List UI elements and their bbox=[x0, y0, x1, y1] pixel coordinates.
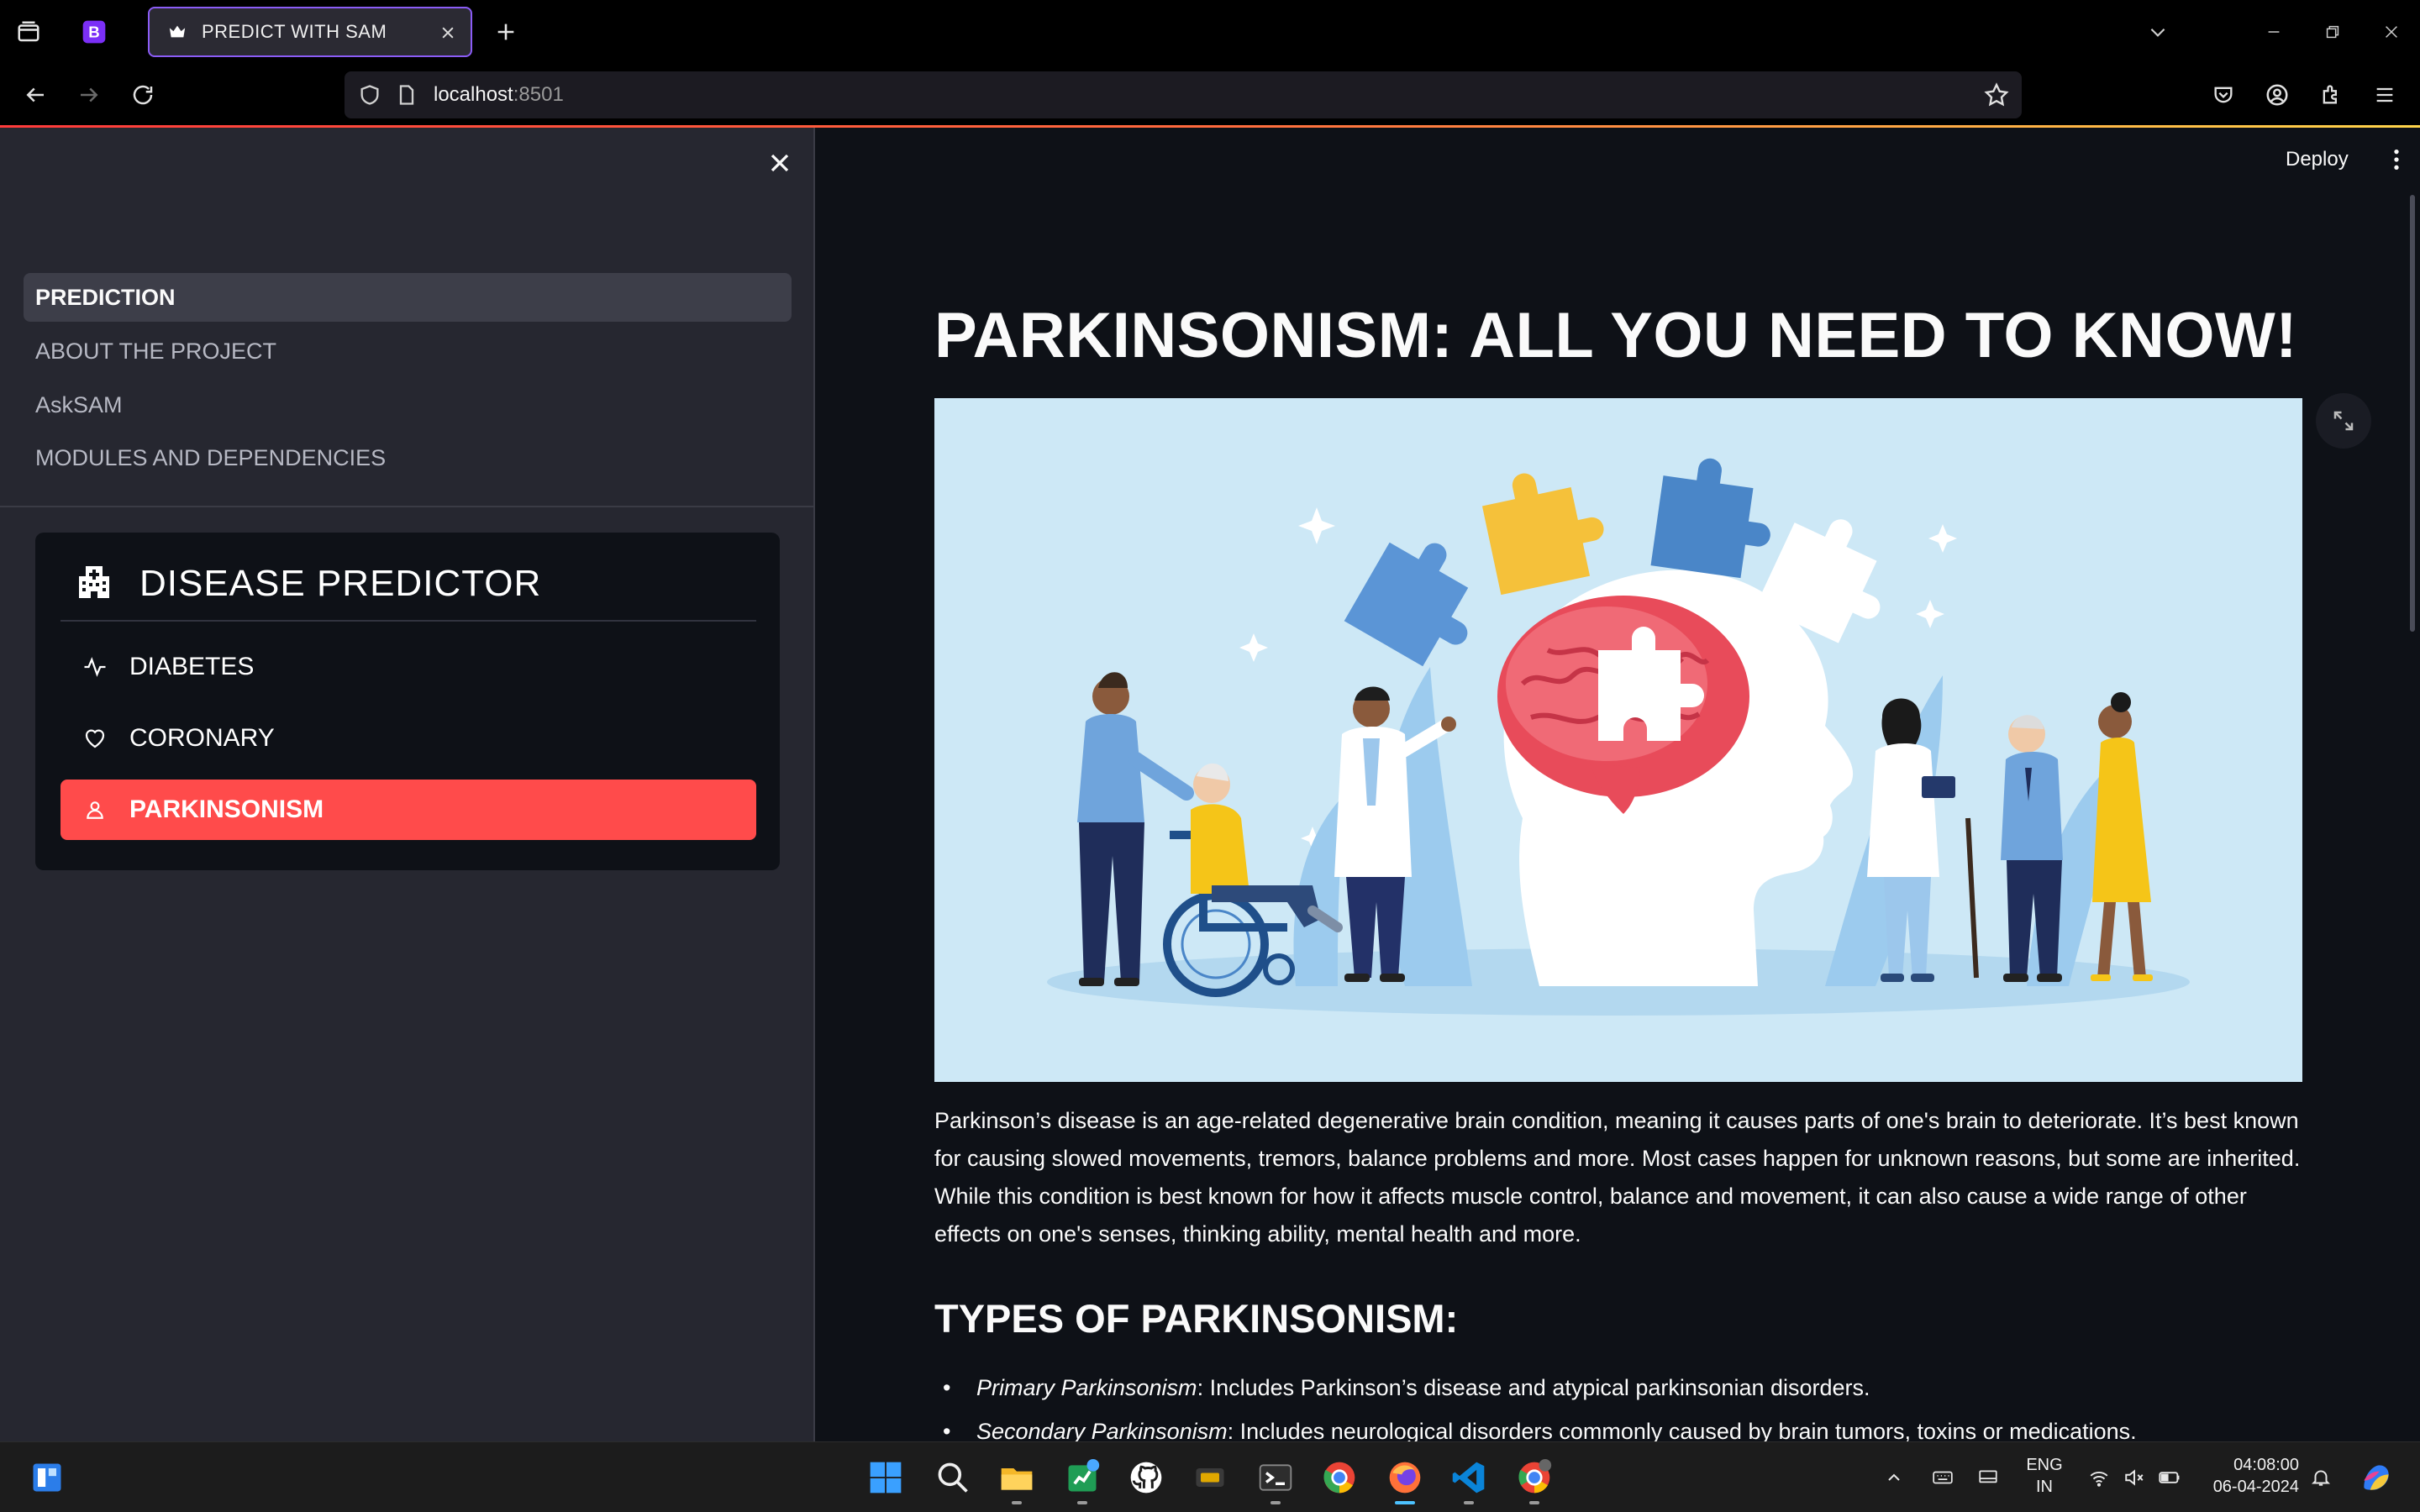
type-name: Secondary Parkinsonism bbox=[976, 1419, 1228, 1441]
tab-predict-with-sam[interactable]: PREDICT WITH SAM bbox=[148, 7, 472, 57]
running-indicator bbox=[1464, 1501, 1474, 1504]
keyboard-icon[interactable] bbox=[1929, 1464, 1956, 1491]
parkinsons-description: Parkinson’s disease is an age-related de… bbox=[934, 1108, 2301, 1247]
close-sidebar-icon[interactable] bbox=[765, 148, 795, 178]
active-indicator bbox=[1395, 1501, 1415, 1504]
notification-bell-icon[interactable] bbox=[2307, 1464, 2334, 1491]
language-indicator[interactable]: ENG IN bbox=[2023, 1454, 2065, 1498]
heart-icon bbox=[81, 724, 109, 753]
tab-close-icon[interactable] bbox=[435, 20, 460, 45]
expand-image-icon[interactable] bbox=[2316, 393, 2371, 449]
parkinsons-illustration bbox=[934, 398, 2302, 1082]
clock-time: 04:08:00 bbox=[2233, 1456, 2299, 1474]
clock[interactable]: 04:08:00 06-04-2024 bbox=[2198, 1454, 2299, 1498]
disease-predictor-menu: DISEASE PREDICTOR DIABETES CORONARY PARK… bbox=[35, 533, 780, 870]
deploy-button[interactable]: Deploy bbox=[2286, 148, 2349, 171]
new-tab-icon[interactable] bbox=[489, 15, 523, 49]
running-indicator bbox=[1012, 1501, 1022, 1504]
account-icon[interactable] bbox=[2259, 76, 2296, 113]
minimize-icon[interactable] bbox=[2257, 15, 2291, 49]
running-indicator bbox=[1077, 1501, 1087, 1504]
display-icon[interactable] bbox=[1975, 1464, 2002, 1491]
vscode-icon[interactable] bbox=[1447, 1456, 1491, 1504]
menu-item-label: DIABETES bbox=[129, 653, 255, 680]
browser-navbar: localhost:8501 bbox=[0, 64, 2420, 126]
menu-icon[interactable] bbox=[2366, 76, 2403, 113]
running-indicator bbox=[1270, 1501, 1281, 1504]
list-all-tabs-icon[interactable] bbox=[2141, 15, 2175, 49]
page-info-icon[interactable] bbox=[395, 83, 418, 107]
sidebar-divider bbox=[0, 506, 813, 507]
menu-item-label: CORONARY bbox=[129, 724, 275, 752]
menu-divider bbox=[60, 620, 756, 622]
file-explorer-icon[interactable] bbox=[995, 1456, 1039, 1504]
main-content: Deploy PARKINSONISM: ALL YOU NEED TO KNO… bbox=[815, 128, 2420, 1441]
menu-item-label: PARKINSONISM bbox=[129, 795, 324, 823]
tab-title: PREDICT WITH SAM bbox=[202, 21, 387, 42]
url-port: :8501 bbox=[513, 83, 564, 106]
hospital-icon bbox=[74, 561, 114, 601]
main-scrollbar[interactable] bbox=[2410, 195, 2415, 632]
url-text: localhost:8501 bbox=[434, 83, 564, 107]
chevron-up-icon[interactable] bbox=[1881, 1464, 1907, 1491]
pocket-icon[interactable] bbox=[2205, 76, 2242, 113]
browser-tab-strip: B PREDICT WITH SAM bbox=[0, 0, 2420, 64]
search-icon[interactable] bbox=[931, 1456, 975, 1499]
chrome-profile-icon[interactable] bbox=[1512, 1456, 1556, 1504]
types-heading: TYPES OF PARKINSONISM: bbox=[934, 1296, 1459, 1341]
menu-item-parkinsonism[interactable]: PARKINSONISM bbox=[60, 780, 756, 840]
page-title: PARKINSONISM: ALL YOU NEED TO KNOW! bbox=[934, 300, 2297, 371]
forward-icon[interactable] bbox=[71, 76, 108, 113]
crown-icon bbox=[165, 19, 190, 45]
bookmark-star-icon[interactable] bbox=[1983, 81, 2010, 108]
running-indicator bbox=[1529, 1501, 1539, 1504]
menu-item-diabetes[interactable]: DIABETES bbox=[60, 637, 756, 697]
reload-icon[interactable] bbox=[124, 76, 161, 113]
language-code: ENG bbox=[2026, 1456, 2063, 1474]
type-description: : Includes Parkinson’s disease and atypi… bbox=[1197, 1375, 1870, 1400]
battery-icon[interactable] bbox=[2156, 1464, 2183, 1491]
back-icon[interactable] bbox=[17, 76, 54, 113]
activity-icon bbox=[81, 653, 109, 681]
more-options-icon[interactable] bbox=[2383, 146, 2410, 173]
list-item: Secondary Parkinsonism: Includes neurolo… bbox=[934, 1416, 2346, 1441]
sidebar-item-asksam[interactable]: AskSAM bbox=[24, 381, 792, 429]
extensions-icon[interactable] bbox=[2312, 76, 2349, 113]
start-icon[interactable] bbox=[864, 1456, 908, 1499]
tab-overview-icon[interactable] bbox=[12, 15, 45, 49]
terminal-icon[interactable] bbox=[1254, 1456, 1297, 1504]
url-host: localhost bbox=[434, 83, 513, 106]
bootstrap-tab-icon[interactable]: B bbox=[77, 15, 111, 49]
wifi-icon[interactable] bbox=[2086, 1464, 2112, 1491]
type-name: Primary Parkinsonism bbox=[976, 1375, 1197, 1400]
copilot-icon[interactable] bbox=[2358, 1459, 2395, 1496]
type-description: : Includes neurological disorders common… bbox=[1227, 1419, 2137, 1441]
region-code: IN bbox=[2036, 1478, 2053, 1496]
types-list: Primary Parkinsonism: Includes Parkinson… bbox=[934, 1373, 2346, 1441]
restore-icon[interactable] bbox=[2316, 15, 2349, 49]
windows-taskbar: ENG IN 04:08:00 06-04-2024 bbox=[0, 1441, 2420, 1512]
widgets-icon[interactable] bbox=[25, 1456, 69, 1499]
svg-text:B: B bbox=[88, 24, 99, 41]
sidebar-item-prediction[interactable]: PREDICTION bbox=[24, 273, 792, 322]
person-icon bbox=[81, 795, 109, 824]
address-bar[interactable]: localhost:8501 bbox=[345, 71, 2022, 118]
list-item: Primary Parkinsonism: Includes Parkinson… bbox=[934, 1373, 2346, 1416]
github-icon[interactable] bbox=[1124, 1456, 1168, 1499]
menu-item-coronary[interactable]: CORONARY bbox=[60, 708, 756, 769]
shield-icon[interactable] bbox=[358, 83, 381, 107]
sidebar-item-modules-and-dependencies[interactable]: MODULES AND DEPENDENCIES bbox=[24, 433, 792, 482]
volume-muted-icon[interactable] bbox=[2121, 1464, 2148, 1491]
clock-date: 06-04-2024 bbox=[2212, 1478, 2299, 1496]
chrome-icon[interactable] bbox=[1318, 1456, 1361, 1499]
sheets-app-icon[interactable] bbox=[1060, 1456, 1104, 1504]
close-window-icon[interactable] bbox=[2375, 15, 2408, 49]
sidebar: PREDICTION ABOUT THE PROJECT AskSAM MODU… bbox=[0, 128, 815, 1441]
disease-predictor-title: DISEASE PREDICTOR bbox=[139, 563, 542, 604]
firefox-icon[interactable] bbox=[1383, 1456, 1427, 1504]
sidebar-item-about-the-project[interactable]: ABOUT THE PROJECT bbox=[24, 327, 792, 375]
keyboard-app-icon[interactable] bbox=[1188, 1456, 1232, 1499]
